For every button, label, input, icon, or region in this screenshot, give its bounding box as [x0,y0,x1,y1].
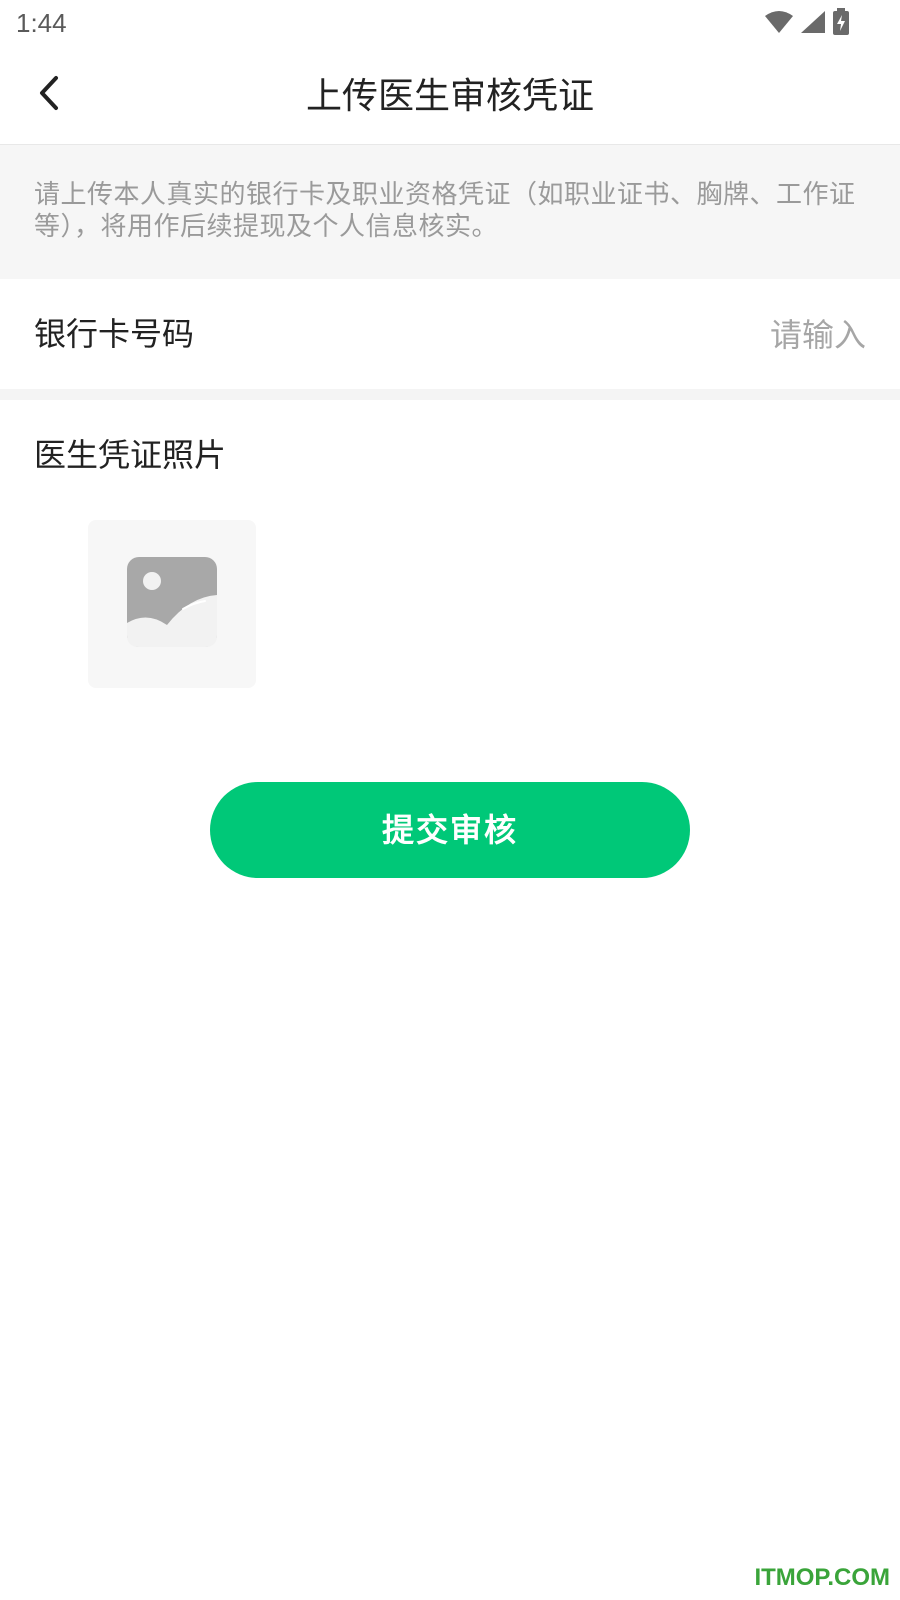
image-placeholder-icon [127,557,217,651]
bank-card-row: 银行卡号码 [0,279,900,389]
photo-upload-button[interactable] [88,520,256,688]
photo-label: 医生凭证照片 [34,436,227,474]
notice-text: 请上传本人真实的银行卡及职业资格凭证（如职业证书、胸牌、工作证等），将用作后续提… [0,145,900,279]
chevron-left-icon [36,75,62,115]
section-divider [0,389,900,400]
bank-card-label: 银行卡号码 [34,315,195,353]
nav-bar: 上传医生审核凭证 [0,50,900,145]
cell-signal-icon [800,10,826,38]
watermark: ITMOP.COM [754,1564,890,1591]
screen: 1:44 上传医生审核凭证 请上传本人真实的银行卡及职业资格凭证（如职业证书、胸… [0,0,900,1600]
bank-card-input[interactable] [444,310,868,360]
status-bar: 1:44 [0,0,900,50]
status-icons [764,8,850,40]
submit-button[interactable]: 提交审核 [210,782,690,878]
battery-charging-icon [832,8,850,40]
status-time: 1:44 [16,8,67,38]
photo-section: 医生凭证照片 [0,400,900,710]
page-title: 上传医生审核凭证 [305,76,594,117]
back-button[interactable] [26,72,72,118]
wifi-icon [764,10,794,38]
